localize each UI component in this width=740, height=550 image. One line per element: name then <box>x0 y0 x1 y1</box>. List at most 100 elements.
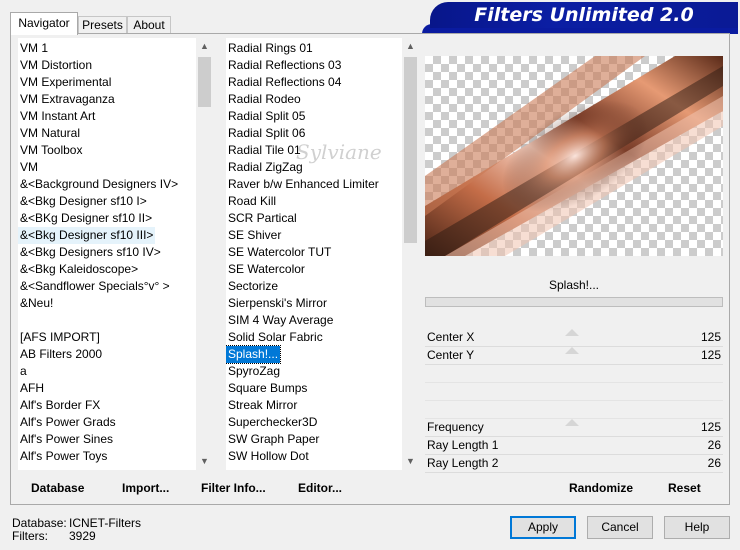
list-item[interactable]: SpyroZag <box>226 363 282 380</box>
list-item[interactable]: Alf's Power Grads <box>18 414 118 431</box>
tab-presets[interactable]: Presets <box>78 16 127 34</box>
scroll-thumb[interactable] <box>198 57 211 107</box>
list-item[interactable]: &<Sandflower Specials°v° > <box>18 278 172 295</box>
scroll-down-arrow-icon[interactable]: ▼ <box>402 453 419 470</box>
list-item[interactable]: VM Instant Art <box>18 108 97 125</box>
list-item[interactable]: SW Graph Paper <box>226 431 321 448</box>
list-item[interactable]: Streak Mirror <box>226 397 299 414</box>
filter-info-button[interactable]: Filter Info... <box>201 481 266 495</box>
list-item[interactable]: &<Background Designers IV> <box>18 176 180 193</box>
list-item[interactable]: Radial Reflections 03 <box>226 57 343 74</box>
tab-navigator[interactable]: Navigator <box>10 12 78 35</box>
cancel-button[interactable]: Cancel <box>587 516 653 539</box>
list-item[interactable]: Radial Reflections 04 <box>226 74 343 91</box>
list-item[interactable]: Radial ZigZag <box>226 159 305 176</box>
database-button[interactable]: Database <box>31 481 84 495</box>
list-item[interactable] <box>18 312 22 329</box>
list-item[interactable]: Superchecker3D <box>226 414 319 431</box>
import-button[interactable]: Import... <box>122 481 169 495</box>
list-item[interactable]: SW Hollow Dot <box>226 448 311 465</box>
apply-button[interactable]: Apply <box>510 516 576 539</box>
list-item[interactable]: Solid Solar Fabric <box>226 329 325 346</box>
filter-list[interactable]: Radial Rings 01 Radial Reflections 03 Radi… <box>226 38 402 470</box>
empty-param-row <box>425 383 723 401</box>
scroll-down-arrow-icon[interactable]: ▼ <box>196 453 213 470</box>
list-item[interactable]: &<Bkg Kaleidoscope> <box>18 261 140 278</box>
list-item[interactable]: SCR Partical <box>226 210 299 227</box>
list-item[interactable]: Splash!... <box>226 345 282 364</box>
filters-count: 3929 <box>69 529 96 543</box>
scroll-up-arrow-icon[interactable]: ▲ <box>402 38 419 55</box>
param-center-y[interactable]: Center Y 125 <box>425 347 723 365</box>
list-item[interactable]: VM <box>18 159 40 176</box>
list-item[interactable]: SE Watercolor TUT <box>226 244 333 261</box>
param-value[interactable]: 26 <box>708 437 721 454</box>
help-button[interactable]: Help <box>664 516 730 539</box>
list-item[interactable]: Sierpenski's Mirror <box>226 295 329 312</box>
editor-button[interactable]: Editor... <box>298 481 342 495</box>
list-item[interactable]: &<BKg Designer sf10 II> <box>18 210 154 227</box>
watermark: Sylviane <box>296 140 382 164</box>
list-item[interactable]: Alf's Border FX <box>18 397 102 414</box>
list-item[interactable]: Alf's Power Toys <box>18 448 109 465</box>
slider-marker <box>565 347 579 354</box>
empty-param-row <box>425 401 723 419</box>
param-label: Ray Length 1 <box>427 438 499 452</box>
list-item[interactable]: Radial Tile 01 <box>226 142 303 159</box>
list-item[interactable]: VM Extravaganza <box>18 91 117 108</box>
param-ray-length-2[interactable]: Ray Length 2 26 <box>425 455 723 473</box>
list-item[interactable]: SIM 4 Way Average <box>226 312 335 329</box>
filters-label: Filters: <box>12 529 48 543</box>
param-label: Ray Length 2 <box>427 456 499 470</box>
param-value[interactable]: 125 <box>701 347 721 364</box>
filter-scrollbar[interactable]: ▲ ▼ <box>402 38 419 470</box>
separator-bar <box>425 297 723 307</box>
scroll-up-arrow-icon[interactable]: ▲ <box>196 38 213 55</box>
database-status: Database: ICNET-Filters <box>12 516 141 530</box>
list-item[interactable]: VM Natural <box>18 125 82 142</box>
list-item[interactable]: Square Bumps <box>226 380 309 397</box>
list-item[interactable]: SE Shiver <box>226 227 283 244</box>
list-item[interactable]: Raver b/w Enhanced Limiter <box>226 176 381 193</box>
list-item[interactable]: &Neu! <box>18 295 55 312</box>
list-item[interactable]: Sectorize <box>226 278 280 295</box>
category-list[interactable]: VM 1 VM Distortion VM Experimental VM Extra… <box>18 38 196 470</box>
list-item[interactable]: VM Experimental <box>18 74 113 91</box>
list-item[interactable]: Radial Rodeo <box>226 91 303 108</box>
param-value[interactable]: 125 <box>701 329 721 346</box>
param-center-x[interactable]: Center X 125 <box>425 329 723 347</box>
scroll-thumb[interactable] <box>404 57 417 243</box>
list-item[interactable]: Road Kill <box>226 193 278 210</box>
param-label: Center X <box>427 330 475 344</box>
list-item[interactable]: AB Filters 2000 <box>18 346 104 363</box>
list-item[interactable]: AFH <box>18 380 46 397</box>
list-item[interactable]: Radial Split 05 <box>226 108 307 125</box>
list-item[interactable]: Alf's Power Sines <box>18 431 115 448</box>
list-item[interactable]: SE Watercolor <box>226 261 307 278</box>
list-item[interactable]: &<Bkg Designers sf10 IV> <box>18 244 163 261</box>
list-item[interactable]: [AFS IMPORT] <box>18 329 102 346</box>
reset-button[interactable]: Reset <box>668 481 701 495</box>
category-scrollbar[interactable]: ▲ ▼ <box>196 38 213 470</box>
randomize-button[interactable]: Randomize <box>569 481 633 495</box>
title-banner: Filters Unlimited 2.0 <box>430 2 738 28</box>
list-item[interactable]: &<Bkg Designer sf10 III> <box>18 227 156 244</box>
filter-preview <box>425 56 723 256</box>
list-item[interactable]: VM Toolbox <box>18 142 84 159</box>
list-item[interactable]: VM Distortion <box>18 57 94 74</box>
param-label: Frequency <box>427 420 484 434</box>
database-value: ICNET-Filters <box>69 516 141 530</box>
filters-status: Filters: 3929 <box>12 529 96 543</box>
list-item[interactable]: VM 1 <box>18 40 50 57</box>
tab-about[interactable]: About <box>127 16 171 34</box>
param-value[interactable]: 26 <box>708 455 721 472</box>
param-value[interactable]: 125 <box>701 419 721 436</box>
slider-marker <box>565 329 579 336</box>
list-item[interactable]: &<Bkg Designer sf10 I> <box>18 193 149 210</box>
param-frequency[interactable]: Frequency 125 <box>425 419 723 437</box>
list-item[interactable]: a <box>18 363 29 380</box>
empty-param-row <box>425 365 723 383</box>
list-item[interactable]: Radial Rings 01 <box>226 40 315 57</box>
param-ray-length-1[interactable]: Ray Length 1 26 <box>425 437 723 455</box>
param-label: Center Y <box>427 348 475 362</box>
